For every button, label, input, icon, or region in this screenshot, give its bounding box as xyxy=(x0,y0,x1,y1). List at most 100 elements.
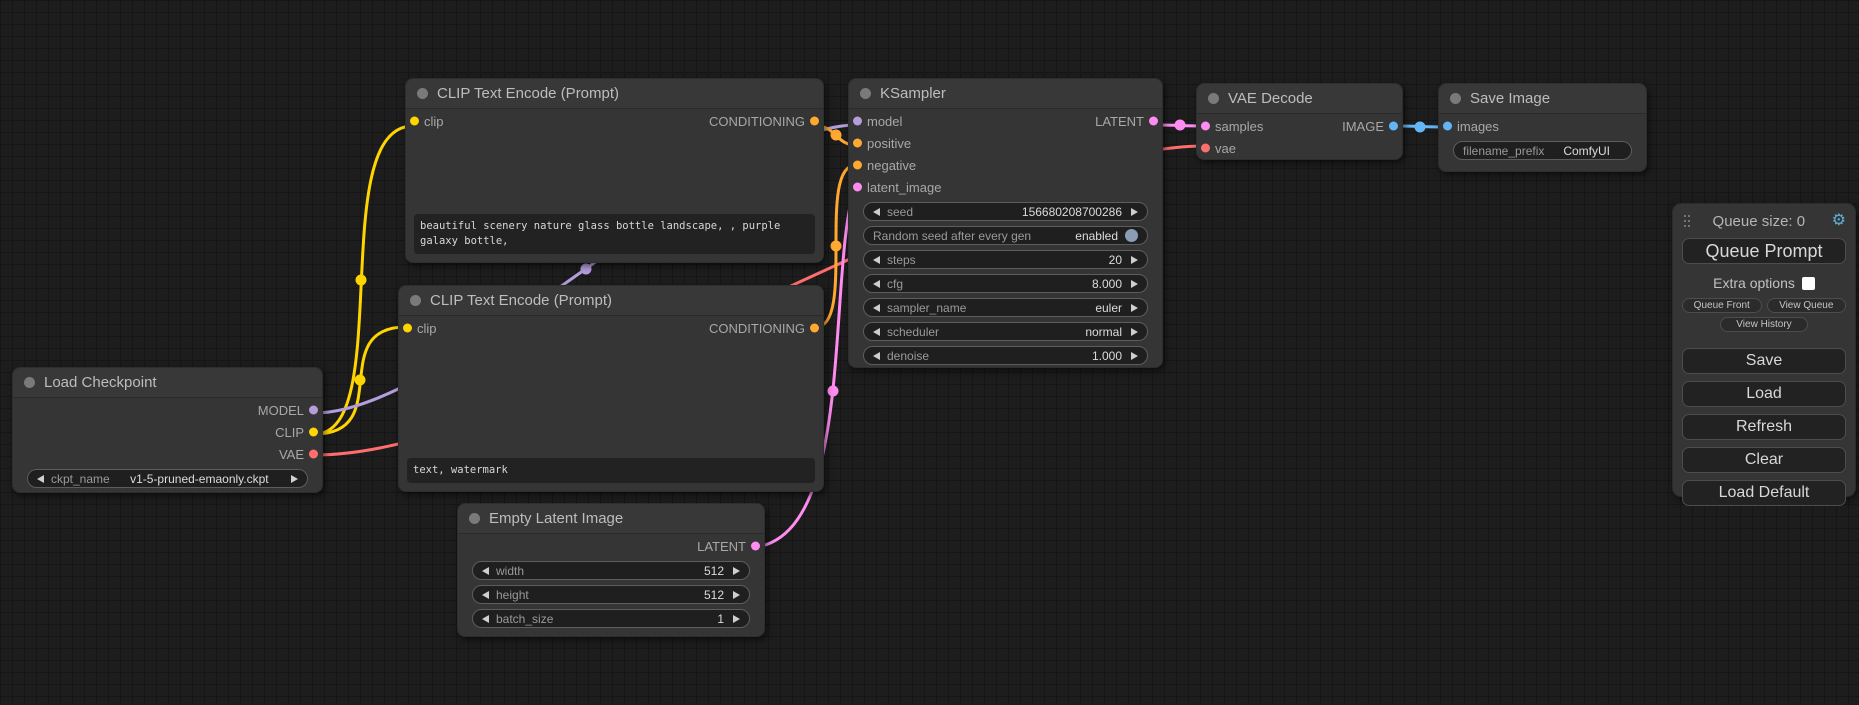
node-title: Load Checkpoint xyxy=(44,374,157,391)
increment-arrow-icon[interactable] xyxy=(733,567,740,575)
model-input-slot[interactable] xyxy=(853,117,862,126)
input-label: clip xyxy=(417,321,437,336)
view-history-row: View History xyxy=(1682,317,1846,344)
input-label: samples xyxy=(1215,119,1263,134)
widget-label: denoise xyxy=(887,349,929,363)
node-title-bar[interactable]: Load Checkpoint xyxy=(13,368,322,398)
positive-input-slot[interactable] xyxy=(853,139,862,148)
output-label: LATENT xyxy=(697,539,746,554)
sampler-name-widget[interactable]: sampler_name euler xyxy=(863,298,1148,317)
settings-gear-icon[interactable]: ⚙ xyxy=(1832,213,1846,229)
refresh-button[interactable]: Refresh xyxy=(1682,414,1846,440)
cfg-widget[interactable]: cfg 8.000 xyxy=(863,274,1148,293)
node-title-bar[interactable]: VAE Decode xyxy=(1197,84,1402,114)
node-title: CLIP Text Encode (Prompt) xyxy=(430,292,612,309)
node-ksampler[interactable]: KSampler model LATENT positive negative … xyxy=(848,78,1163,368)
widget-label: seed xyxy=(887,205,913,219)
slot-row: negative xyxy=(849,155,1162,175)
scheduler-widget[interactable]: scheduler normal xyxy=(863,322,1148,341)
next-value-arrow-icon[interactable] xyxy=(1131,328,1138,336)
vae-input-slot[interactable] xyxy=(1201,144,1210,153)
conditioning-output-slot[interactable] xyxy=(810,117,819,126)
node-load-checkpoint[interactable]: Load Checkpoint MODEL CLIP VAE ckpt_name… xyxy=(12,367,323,493)
output-row-model: MODEL xyxy=(13,400,322,420)
node-title-bar[interactable]: Save Image xyxy=(1439,84,1646,114)
wire-midpoint-dot xyxy=(831,130,842,141)
decrement-arrow-icon[interactable] xyxy=(482,615,489,623)
view-history-button[interactable]: View History xyxy=(1720,317,1808,332)
height-widget[interactable]: height 512 xyxy=(472,585,750,604)
queue-panel: Queue size: 0 ⚙ Queue Prompt Extra optio… xyxy=(1672,203,1856,497)
widget-value: 512 xyxy=(704,588,724,602)
clip-input-slot[interactable] xyxy=(403,324,412,333)
widget-value: 1.000 xyxy=(1092,349,1122,363)
increment-arrow-icon[interactable] xyxy=(733,615,740,623)
images-input-slot[interactable] xyxy=(1443,122,1452,131)
comfyui-canvas[interactable]: { "colors": { "model": "#B39DDB", "clip"… xyxy=(0,0,1859,705)
toggle-knob-icon[interactable] xyxy=(1125,229,1138,242)
node-title-bar[interactable]: Empty Latent Image xyxy=(458,504,764,534)
extra-options-checkbox[interactable] xyxy=(1802,277,1815,290)
clip-output-slot[interactable] xyxy=(309,428,318,437)
node-clip-text-encode-positive[interactable]: CLIP Text Encode (Prompt) clip CONDITION… xyxy=(405,78,824,263)
positive-prompt-textarea[interactable]: beautiful scenery nature glass bottle la… xyxy=(414,214,815,254)
increment-arrow-icon[interactable] xyxy=(733,591,740,599)
queue-size-label: Queue size: 0 xyxy=(1686,213,1832,230)
decrement-arrow-icon[interactable] xyxy=(482,567,489,575)
ckpt-name-widget[interactable]: ckpt_name v1-5-pruned-emaonly.ckpt xyxy=(27,469,308,488)
latent-output-slot[interactable] xyxy=(751,542,760,551)
wire-midpoint-dot xyxy=(828,386,839,397)
next-value-arrow-icon[interactable] xyxy=(1131,304,1138,312)
node-clip-text-encode-negative[interactable]: CLIP Text Encode (Prompt) clip CONDITION… xyxy=(398,285,824,492)
prev-value-arrow-icon[interactable] xyxy=(873,304,880,312)
clear-button[interactable]: Clear xyxy=(1682,447,1846,473)
vae-output-slot[interactable] xyxy=(309,450,318,459)
decrement-arrow-icon[interactable] xyxy=(873,280,880,288)
seed-widget[interactable]: seed 156680208700286 xyxy=(863,202,1148,221)
increment-arrow-icon[interactable] xyxy=(1131,208,1138,216)
decrement-arrow-icon[interactable] xyxy=(873,352,880,360)
node-empty-latent-image[interactable]: Empty Latent Image LATENT width 512 heig… xyxy=(457,503,765,637)
decrement-arrow-icon[interactable] xyxy=(482,591,489,599)
node-title-bar[interactable]: CLIP Text Encode (Prompt) xyxy=(399,286,823,316)
negative-input-slot[interactable] xyxy=(853,161,862,170)
node-title-bar[interactable]: KSampler xyxy=(849,79,1162,109)
node-title-bar[interactable]: CLIP Text Encode (Prompt) xyxy=(406,79,823,109)
save-button[interactable]: Save xyxy=(1682,348,1846,374)
batch-size-widget[interactable]: batch_size 1 xyxy=(472,609,750,628)
slot-row: clip CONDITIONING xyxy=(399,318,823,338)
prev-value-arrow-icon[interactable] xyxy=(37,475,44,483)
latent-image-input-slot[interactable] xyxy=(853,183,862,192)
filename-prefix-widget[interactable]: filename_prefix ComfyUI xyxy=(1453,141,1632,160)
increment-arrow-icon[interactable] xyxy=(1131,280,1138,288)
prev-value-arrow-icon[interactable] xyxy=(873,328,880,336)
widget-value: 8.000 xyxy=(1092,277,1122,291)
negative-prompt-textarea[interactable]: text, watermark xyxy=(407,458,815,483)
samples-input-slot[interactable] xyxy=(1201,122,1210,131)
width-widget[interactable]: width 512 xyxy=(472,561,750,580)
image-output-slot[interactable] xyxy=(1389,122,1398,131)
model-output-slot[interactable] xyxy=(309,406,318,415)
view-queue-button[interactable]: View Queue xyxy=(1767,298,1847,313)
output-label: CONDITIONING xyxy=(709,321,805,336)
node-vae-decode[interactable]: VAE Decode samples IMAGE vae xyxy=(1196,83,1403,160)
queue-front-button[interactable]: Queue Front xyxy=(1682,298,1762,313)
random-seed-toggle-widget[interactable]: Random seed after every gen enabled xyxy=(863,226,1148,245)
steps-widget[interactable]: steps 20 xyxy=(863,250,1148,269)
decrement-arrow-icon[interactable] xyxy=(873,208,880,216)
node-status-icon xyxy=(1208,93,1219,104)
denoise-widget[interactable]: denoise 1.000 xyxy=(863,346,1148,365)
load-button[interactable]: Load xyxy=(1682,381,1846,407)
decrement-arrow-icon[interactable] xyxy=(873,256,880,264)
increment-arrow-icon[interactable] xyxy=(1131,256,1138,264)
node-status-icon xyxy=(1450,93,1461,104)
load-default-button[interactable]: Load Default xyxy=(1682,480,1846,506)
clip-input-slot[interactable] xyxy=(410,117,419,126)
conditioning-output-slot[interactable] xyxy=(810,324,819,333)
increment-arrow-icon[interactable] xyxy=(1131,352,1138,360)
next-value-arrow-icon[interactable] xyxy=(291,475,298,483)
queue-prompt-button[interactable]: Queue Prompt xyxy=(1682,238,1846,264)
node-title: VAE Decode xyxy=(1228,90,1313,107)
latent-output-slot[interactable] xyxy=(1149,117,1158,126)
node-save-image[interactable]: Save Image images filename_prefix ComfyU… xyxy=(1438,83,1647,172)
